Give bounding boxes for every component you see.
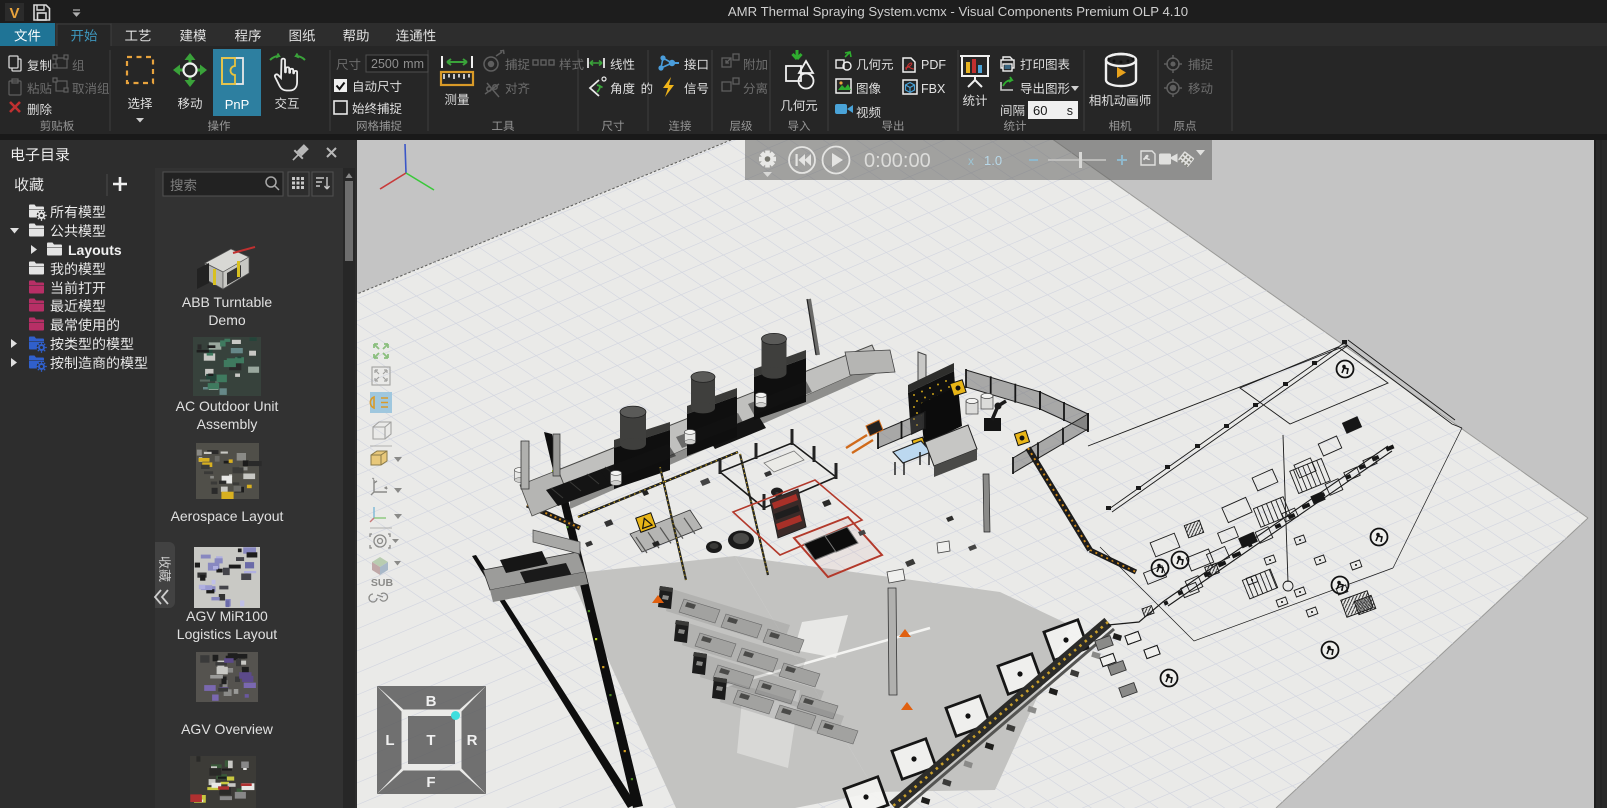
svg-text:AMR Thermal Spraying System.vc: AMR Thermal Spraying System.vcmx - Visua… (728, 4, 1188, 19)
svg-text:0:00:00: 0:00:00 (864, 150, 931, 172)
svg-text:1.0: 1.0 (984, 153, 1002, 168)
svg-text:PDF: PDF (921, 58, 946, 72)
svg-text:F: F (426, 774, 435, 791)
svg-text:FBX: FBX (921, 82, 946, 96)
svg-text:R: R (467, 732, 478, 749)
svg-text:AC Outdoor Unit: AC Outdoor Unit (176, 398, 279, 414)
svg-text:Aerospace Layout: Aerospace Layout (171, 508, 284, 524)
svg-text:T: T (426, 732, 435, 749)
svg-text:AGV MiR100: AGV MiR100 (186, 608, 268, 624)
svg-text:B: B (426, 693, 437, 710)
svg-text:x: x (968, 154, 974, 168)
svg-text:SUB: SUB (371, 577, 394, 589)
svg-text:Layouts: Layouts (68, 242, 122, 258)
svg-text:V: V (9, 5, 19, 22)
svg-text:PnP: PnP (225, 97, 250, 112)
svg-text:Logistics Layout: Logistics Layout (177, 626, 278, 642)
svg-text:s: s (1067, 104, 1073, 118)
svg-text:2500: 2500 (371, 57, 399, 71)
svg-text:Demo: Demo (208, 312, 246, 328)
svg-text:60: 60 (1033, 103, 1047, 118)
svg-text:AGV Overview: AGV Overview (181, 721, 274, 737)
svg-text:ABB Turntable: ABB Turntable (182, 294, 272, 310)
svg-text:L: L (385, 732, 394, 749)
svg-text:Assembly: Assembly (197, 416, 258, 432)
svg-text:mm: mm (403, 57, 424, 71)
